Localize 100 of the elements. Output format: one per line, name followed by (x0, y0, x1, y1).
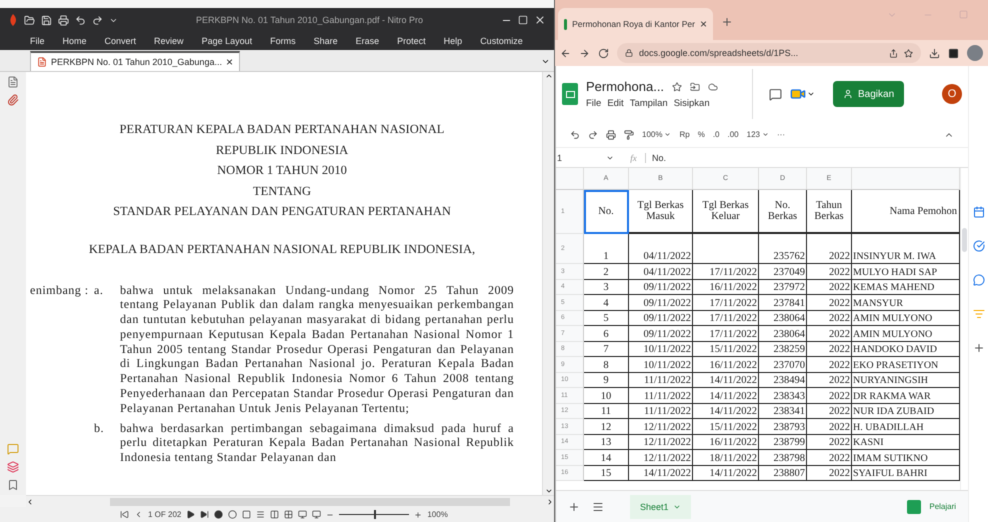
print-icon[interactable] (606, 130, 616, 140)
table-cell: 12/11/2022 (629, 450, 693, 466)
profile-avatar[interactable] (967, 45, 983, 61)
calendar-icon[interactable] (972, 206, 985, 218)
header-cell[interactable]: Tgl Berkas Keluar (693, 190, 759, 234)
presentation-icon[interactable] (298, 510, 308, 519)
ribbon-tab[interactable]: Forms (270, 36, 296, 46)
save-icon[interactable] (41, 14, 52, 26)
attachment-icon[interactable] (7, 94, 19, 106)
currency-button[interactable]: Rp (679, 130, 690, 139)
pages-icon[interactable] (7, 76, 19, 88)
maximize-icon[interactable] (518, 15, 528, 25)
ribbon-tab[interactable]: Erase (356, 36, 380, 46)
explore-button[interactable]: Pelajari (907, 500, 956, 514)
formula-input[interactable]: No. (652, 152, 666, 162)
header-cell[interactable]: Tahun Berkas (807, 190, 852, 234)
tab-list-icon[interactable] (541, 57, 550, 66)
percent-button[interactable]: % (698, 130, 705, 139)
single-page-icon[interactable] (242, 510, 252, 519)
increase-decimal-button[interactable]: .00 (728, 130, 739, 139)
table-cell: 6 (584, 326, 629, 342)
more-button[interactable]: ··· (776, 130, 785, 139)
cloud-icon[interactable] (708, 82, 718, 92)
undo-icon[interactable] (570, 130, 580, 140)
redo-icon[interactable] (92, 14, 103, 26)
table-cell: 09/11/2022 (629, 280, 693, 295)
add-on-icon[interactable] (972, 342, 985, 354)
print-icon[interactable] (58, 14, 69, 26)
table-cell: 2022 (807, 342, 852, 357)
layers-icon[interactable] (7, 461, 19, 473)
document-title[interactable]: Permohona... (586, 79, 664, 94)
decrease-decimal-button[interactable]: .0 (712, 130, 720, 139)
first-page-icon[interactable] (120, 510, 129, 519)
caret-icon (762, 131, 769, 138)
header-cell[interactable]: Tgl Berkas Masuk (629, 190, 693, 234)
table-cell: 16/11/2022 (693, 357, 759, 372)
scrollbar-thumb[interactable] (110, 498, 510, 506)
add-sheet-icon[interactable] (568, 500, 580, 512)
comment-icon[interactable] (769, 88, 782, 100)
table-cell: 04/11/2022 (629, 264, 693, 280)
zoom-in-icon[interactable] (414, 510, 422, 518)
number-format-select[interactable]: 123 (746, 130, 769, 139)
ribbon-tab[interactable]: Customize (480, 36, 523, 46)
next-page-icon[interactable] (186, 510, 196, 519)
scrollbar-thumb[interactable] (962, 228, 968, 252)
facing-pages-icon[interactable] (270, 510, 280, 519)
name-box[interactable]: 1 (556, 152, 606, 162)
ribbon-tab[interactable]: Protect (397, 36, 426, 46)
bookmark-star-icon[interactable] (904, 48, 913, 58)
scroll-right-icon[interactable] (546, 498, 554, 506)
table-cell: 17/11/2022 (693, 295, 759, 310)
table-cell: 17/11/2022 (693, 264, 759, 280)
scroll-down-icon[interactable] (544, 487, 552, 495)
undo-icon[interactable] (75, 14, 86, 26)
ribbon-tab[interactable]: Page Layout (202, 36, 252, 46)
grid-view-icon[interactable] (284, 510, 294, 519)
reload-icon[interactable] (598, 48, 609, 58)
ribbon-tab[interactable]: Convert (104, 36, 136, 46)
menu-item[interactable]: Sisipkan (674, 98, 710, 109)
document-tab[interactable]: PERKBPN No. 01 Tahun 2010_Gabunga... × (30, 51, 240, 71)
slider-thumb[interactable] (374, 510, 376, 519)
table-cell: 237972 (759, 280, 807, 295)
address-bar[interactable]: docs.google.com/spreadsheets/d/1PS... (617, 43, 921, 63)
share-button[interactable]: Bagikan (833, 81, 904, 107)
ribbon-tab[interactable]: Share (314, 36, 338, 46)
ribbon-tab[interactable]: File (30, 36, 45, 46)
table-cell: 17/11/2022 (693, 326, 759, 342)
continuous-page-icon[interactable] (256, 510, 266, 519)
move-icon[interactable] (690, 82, 700, 92)
ribbon-tab[interactable]: Help (444, 36, 462, 46)
sidebar-icon[interactable] (948, 48, 959, 58)
menu-item[interactable]: File (586, 98, 602, 109)
zoom-select[interactable]: 100% (642, 130, 672, 139)
contacts-icon[interactable] (972, 274, 985, 286)
new-tab-icon[interactable] (721, 16, 733, 28)
browser-tab[interactable]: Permohonan Roya di Kantor Per × (558, 8, 713, 40)
header-cell[interactable]: No. Berkas (759, 190, 807, 234)
ribbon-tab[interactable]: Home (62, 36, 87, 46)
menu-item[interactable]: Edit (607, 98, 624, 109)
star-icon[interactable] (672, 82, 682, 92)
table-cell: 04/11/2022 (629, 234, 693, 264)
redo-icon[interactable] (588, 130, 598, 140)
tasks-icon[interactable] (972, 240, 985, 252)
last-page-icon[interactable] (200, 510, 210, 519)
share-icon[interactable] (889, 48, 898, 58)
paint-format-icon[interactable] (624, 130, 634, 140)
full-screen-icon[interactable] (312, 510, 322, 519)
scroll-up-icon[interactable] (544, 72, 552, 80)
bookmark-icon[interactable] (7, 479, 19, 491)
open-icon[interactable] (24, 14, 35, 26)
scroll-left-icon[interactable] (26, 498, 34, 506)
close-icon[interactable] (534, 14, 546, 26)
header-cell[interactable]: No. (584, 190, 629, 234)
all-sheets-icon[interactable] (592, 500, 604, 512)
table-cell: 2022 (807, 404, 852, 419)
previous-page-icon[interactable] (134, 510, 143, 519)
sheet-tab[interactable]: Sheet1 (630, 494, 691, 518)
menu-item[interactable]: Tampilan (630, 98, 668, 109)
ribbon-tab[interactable]: Review (154, 36, 184, 46)
download-icon[interactable] (929, 48, 940, 58)
